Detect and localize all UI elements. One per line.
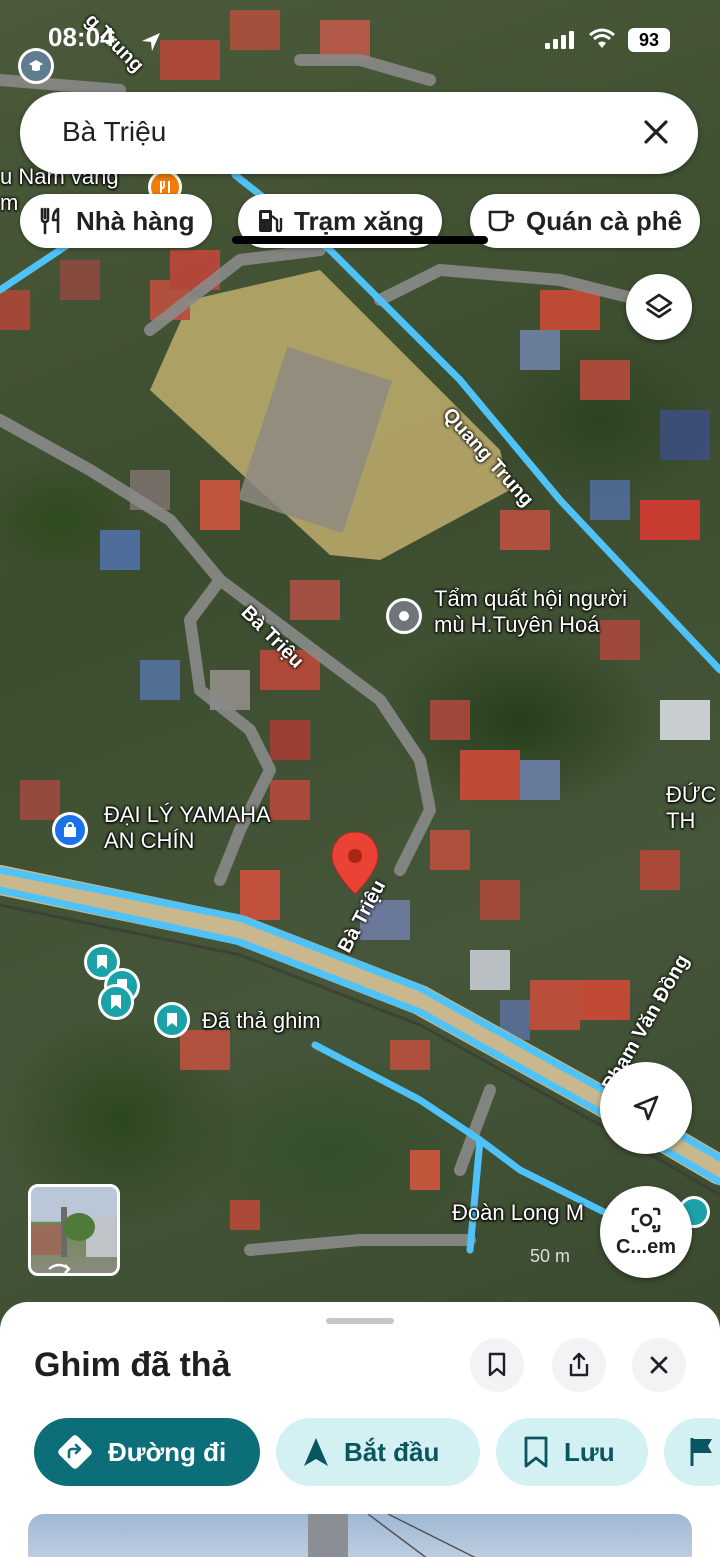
street-view-image — [31, 1207, 117, 1273]
save-label: Lưu — [564, 1436, 615, 1467]
status-time: 08:04 — [48, 22, 115, 52]
close-icon — [650, 1356, 668, 1374]
place-bottom-sheet[interactable]: Ghim đã thả Đường đi Bắt đầu Lưu — [0, 1302, 720, 1557]
signal-icon — [545, 31, 574, 49]
status-bar: 08:04 93 — [0, 0, 720, 80]
home-indicator[interactable] — [232, 236, 488, 244]
lens-camera-icon — [631, 1207, 661, 1232]
restaurant-icon — [40, 207, 60, 235]
chip-label: Quán cà phê — [526, 205, 683, 236]
camera-button[interactable]: C...em — [600, 1186, 692, 1278]
massage-place-label[interactable]: Tẩm quất hội người mù H.Tuyên Hoá — [434, 586, 627, 638]
sheet-title: Ghim đã thả — [34, 1346, 231, 1384]
search-query[interactable]: Bà Triệu — [62, 116, 166, 148]
place-pin-icon[interactable] — [386, 598, 422, 634]
location-arrow-icon — [142, 33, 160, 51]
share-button[interactable] — [552, 1338, 606, 1392]
chip-restaurants[interactable]: Nhà hàng — [20, 194, 213, 248]
search-bar[interactable]: Bà Triệu — [20, 92, 698, 174]
chip-label: Trạm xăng — [294, 205, 425, 236]
share-icon — [569, 1352, 589, 1377]
navigation-arrow-icon — [633, 1095, 659, 1121]
flag-icon — [690, 1438, 712, 1466]
camera-button-label: C...em — [615, 1235, 677, 1258]
saved-pin-icon[interactable] — [98, 984, 134, 1020]
start-button[interactable]: Bắt đầu — [276, 1418, 480, 1486]
chip-label: Nhà hàng — [76, 205, 195, 236]
label-button[interactable] — [664, 1418, 720, 1486]
bookmark-icon — [524, 1436, 548, 1468]
navigation-start-icon — [304, 1438, 328, 1466]
layers-icon — [645, 293, 673, 319]
directions-button[interactable]: Đường đi — [34, 1418, 260, 1486]
scale-bar: 50 m — [530, 1246, 570, 1267]
close-sheet-button[interactable] — [632, 1338, 686, 1392]
save-bookmark-button[interactable] — [470, 1338, 524, 1392]
gas-station-icon — [259, 210, 283, 233]
street-view-thumbnail[interactable] — [28, 1184, 120, 1276]
directions-icon — [58, 1435, 92, 1469]
directions-label: Đường đi — [108, 1436, 227, 1467]
my-location-button[interactable] — [600, 1062, 692, 1154]
chip-coffee-shops[interactable]: Quán cà phê — [470, 194, 701, 248]
battery-indicator: 93 — [628, 28, 670, 52]
duc-place-label[interactable]: ĐỨC TH — [666, 782, 717, 834]
start-label: Bắt đầu — [344, 1436, 440, 1467]
place-photo[interactable] — [28, 1514, 692, 1557]
layers-button[interactable] — [626, 274, 692, 340]
wifi-icon — [589, 28, 615, 48]
shopping-bag-icon[interactable] — [52, 812, 88, 848]
photo-image — [308, 1514, 476, 1557]
dropped-pin-label[interactable]: Đã thả ghim — [202, 1008, 321, 1034]
saved-pin-icon[interactable] — [154, 1002, 190, 1038]
save-button[interactable]: Lưu — [496, 1418, 648, 1486]
doan-long-label[interactable]: Đoàn Long M — [452, 1200, 584, 1226]
bookmark-icon — [488, 1352, 506, 1377]
scale-label: 50 m — [530, 1246, 571, 1266]
close-icon[interactable] — [638, 114, 674, 150]
sheet-drag-handle[interactable] — [326, 1318, 394, 1324]
yamaha-dealer-label[interactable]: ĐẠI LÝ YAMAHA AN CHÍN — [104, 802, 271, 854]
coffee-icon — [488, 210, 515, 232]
